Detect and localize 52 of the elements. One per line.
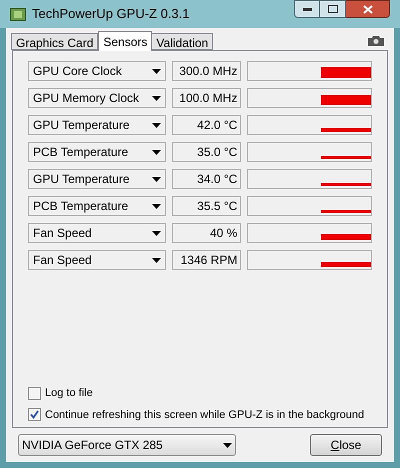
checkbox-label: Continue refreshing this screen while GPU-Z is in the background bbox=[45, 408, 364, 422]
checkbox[interactable] bbox=[28, 386, 41, 400]
app-icon bbox=[10, 8, 26, 20]
sensor-value: 40 % bbox=[172, 223, 242, 243]
sensor-value: 34.0 °C bbox=[172, 169, 242, 189]
caret-icon bbox=[152, 150, 162, 154]
sensor-dropdown[interactable]: GPU Temperature bbox=[28, 169, 166, 189]
graph-bar bbox=[321, 67, 371, 78]
maximize-icon bbox=[328, 5, 338, 13]
sensor-dropdown[interactable]: Fan Speed bbox=[28, 223, 166, 243]
graph-bar bbox=[321, 95, 371, 105]
sensor-value: 35.0 °C bbox=[172, 142, 242, 162]
minimize-button[interactable] bbox=[294, 0, 320, 18]
graph-bar bbox=[321, 128, 371, 132]
caret-icon bbox=[152, 258, 162, 262]
tab[interactable]: Graphics Card bbox=[11, 33, 98, 50]
checkbox-label: Log to file bbox=[45, 386, 93, 401]
graph-bar bbox=[321, 183, 371, 186]
sensor-dropdown[interactable]: GPU Core Clock bbox=[28, 61, 166, 81]
sensor-dropdown[interactable]: Fan Speed bbox=[28, 250, 166, 270]
graph-bar bbox=[321, 210, 371, 213]
sensor-value: 300.0 MHz bbox=[172, 61, 242, 81]
close-icon bbox=[362, 4, 372, 14]
sensor-value: 35.5 °C bbox=[172, 196, 242, 216]
tab[interactable]: Sensors bbox=[98, 31, 152, 51]
caret-icon bbox=[223, 442, 232, 448]
sensor-dropdown[interactable]: GPU Temperature bbox=[28, 115, 166, 135]
sensor-dropdown[interactable]: PCB Temperature bbox=[28, 142, 166, 162]
close-button[interactable]: Close bbox=[310, 434, 382, 456]
checkbox[interactable] bbox=[28, 408, 41, 422]
camera-icon bbox=[368, 35, 384, 46]
sensor-dropdown[interactable]: PCB Temperature bbox=[28, 196, 166, 216]
caret-icon bbox=[152, 204, 162, 208]
sensor-value: 1346 RPM bbox=[172, 250, 242, 270]
window-title: TechPowerUp GPU-Z 0.3.1 bbox=[32, 5, 190, 24]
device-dropdown[interactable]: NVIDIA GeForce GTX 285 bbox=[18, 434, 236, 456]
sensor-dropdown[interactable]: GPU Memory Clock bbox=[28, 88, 166, 108]
maximize-button[interactable] bbox=[320, 0, 346, 18]
caret-icon bbox=[152, 96, 162, 100]
graph-bar bbox=[321, 234, 371, 240]
graph-bar bbox=[321, 156, 371, 159]
sensor-value: 42.0 °C bbox=[172, 115, 242, 135]
caret-icon bbox=[152, 122, 162, 128]
caret-icon bbox=[152, 176, 162, 182]
sensor-value: 100.0 MHz bbox=[172, 88, 242, 108]
tab[interactable]: Validation bbox=[151, 33, 214, 50]
caret-icon bbox=[152, 230, 162, 236]
checkmark-icon bbox=[30, 410, 39, 420]
close-window-button[interactable] bbox=[346, 0, 390, 18]
caret-icon bbox=[152, 68, 162, 74]
minimize-icon bbox=[302, 8, 312, 10]
graph-bar bbox=[321, 262, 371, 267]
